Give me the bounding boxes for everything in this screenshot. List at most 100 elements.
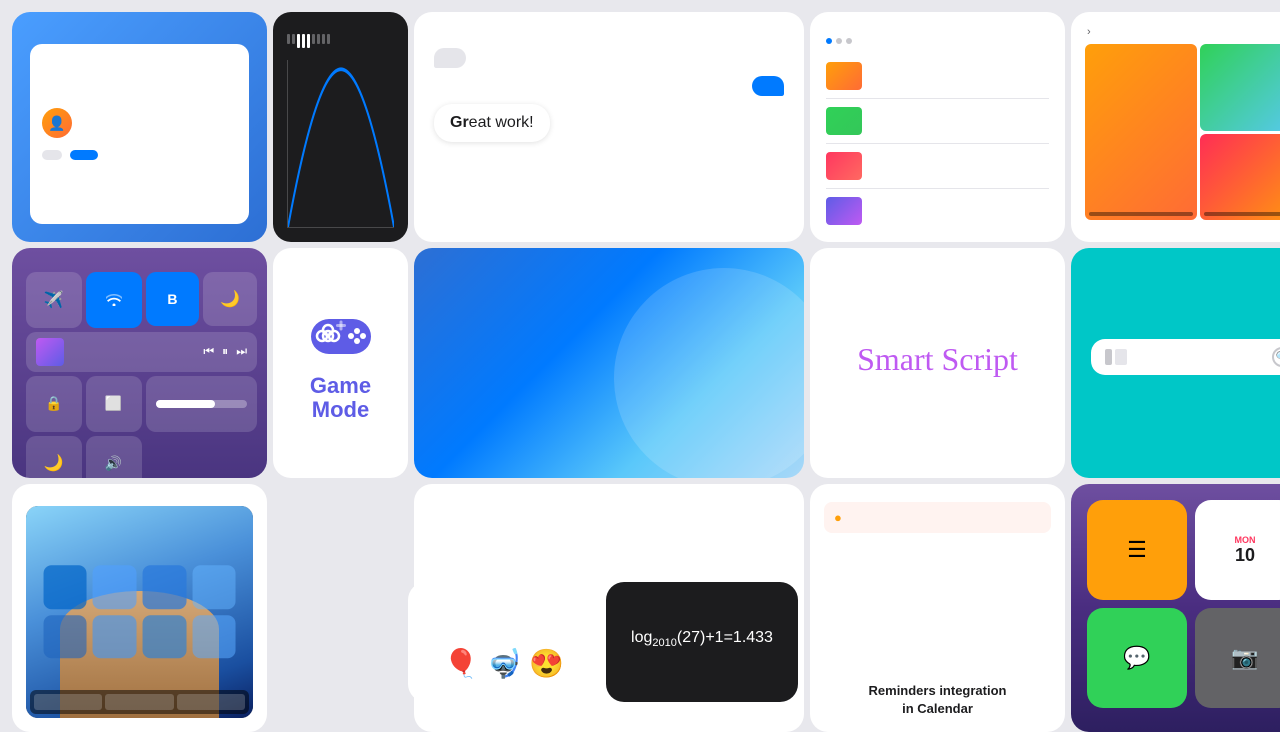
brightness-fill [156,400,215,408]
app-icon-2 [93,565,137,609]
control-center-card: ✈️ B 🌙 ⏮ ⏸ ⏭ 🔒 ⬜ [12,248,267,478]
bg-circle [614,268,804,478]
calendar-day: 10 [1235,545,1255,566]
cc-lock: 🔒 [26,376,82,432]
dots-row [826,38,1049,44]
smart-script-text-display: Smart Script [857,341,1018,377]
app-icon-camera: 📷 [1195,608,1280,708]
app-icon-1 [43,565,87,609]
yesterday-bar [1204,212,1280,216]
forward-icon[interactable]: ⏭ [236,344,247,359]
slider-area [287,34,394,48]
reminders-content [824,539,1051,676]
allow-button[interactable] [70,150,98,160]
tick [312,34,315,44]
reminder-dot-icon: ● [834,510,842,525]
tick [327,34,330,44]
scene-item-color [826,189,1049,233]
ipados-card [414,248,804,478]
rewind-icon[interactable]: ⏮ [203,344,214,359]
photo-large [1085,44,1197,220]
scene-item-production [826,99,1049,144]
photos-card: › [1071,12,1280,242]
home-screen-card [12,484,267,732]
tab-bar-card: 🔍 [1071,248,1280,478]
text-effects-card: Great work! [414,12,804,242]
cc-wifi [86,272,142,328]
cc-airplane: ✈️ [26,272,82,328]
music-controls: ⏮ ⏸ ⏭ [203,344,247,359]
app-icons-card: ☰ MON 10 📰 💬 📷 🌈 [1071,484,1280,732]
photo-small-2 [1200,134,1280,221]
freeform-card [810,12,1065,242]
ipad-frame [26,506,253,718]
smart-script-title: Smart Script [857,340,1018,378]
tab-browse[interactable] [1163,354,1175,360]
avatar: 👤 [42,108,72,138]
sharplay-screen: 👤 [30,44,249,224]
reminders-badge-row: ● [824,502,1051,533]
reminders-card: ● Reminders integrationin Calendar [810,484,1065,732]
tick [297,34,300,48]
cc-speaker: 🔊 [86,436,142,479]
sidebar-right [1115,349,1127,365]
great-rest: eat work! [469,114,534,131]
recent-days-label: › [1085,26,1280,38]
pause-icon[interactable]: ⏸ [222,344,228,359]
music-art [36,338,64,366]
widget-bar [30,690,249,714]
emoji-display: 🎈 🤿 😍 [444,647,564,680]
tab-home[interactable] [1141,354,1153,360]
sharplay-card: 👤 [12,12,267,242]
reminders-inner: ● Reminders integrationin Calendar [810,484,1065,732]
cc-screen: ⬜ [86,376,142,432]
cc-bluetooth: B [146,272,200,326]
tab-bar-demo: 🔍 [1091,339,1280,375]
graphing-card [273,12,408,242]
bubble-1 [434,48,466,68]
app-icon-4 [192,565,236,609]
scene-item-writing [826,54,1049,99]
app-icon-8 [192,615,236,659]
chevron-right-icon: › [1087,26,1091,38]
remote-info: 👤 [42,108,237,138]
tick [287,34,290,44]
app-icon-calendar: MON 10 [1195,500,1280,600]
tab-items [1141,354,1258,360]
calendar-month: MON [1235,535,1256,545]
game-mode-title: Game Mode [310,374,371,422]
reminders-title: Reminders integrationin Calendar [824,682,1051,718]
tick [322,34,325,44]
dot [836,38,842,44]
tab-radio[interactable] [1185,354,1197,360]
great-bold: Gr [450,114,469,131]
graph-display [287,60,394,228]
app-icon-reminders: ☰ [1087,500,1187,600]
scene-thumb-color [826,197,862,225]
cc-focus: 🌙 [203,272,257,326]
game-mode-line1: Game [310,373,371,398]
bubble-2 [752,76,784,96]
app-icons-grid: ☰ MON 10 📰 💬 📷 🌈 [1087,500,1280,708]
photos-grid [1085,44,1280,220]
cc-moon: 🌙 [26,436,82,479]
math-notes-card: log2010(27)+1=1.433 [606,582,798,702]
sidebar-icon [1105,349,1127,365]
app-icon-6 [93,615,137,659]
scene-thumb-production [826,107,862,135]
bubble-wrapper-1 [434,48,784,68]
cc-grid: ✈️ B 🌙 ⏮ ⏸ ⏭ 🔒 ⬜ [26,272,253,478]
app-icon-7 [143,615,187,659]
photo-small-1 [1200,44,1280,131]
dot [846,38,852,44]
tick [302,34,305,48]
smart-script-card: Smart Script [810,248,1065,478]
bubble-wrapper-3: Great work! [434,104,784,142]
icons-overlay [43,565,236,658]
dont-allow-button[interactable] [42,150,62,160]
app-icon-3 [143,565,187,609]
dot [826,38,832,44]
scene-list [826,54,1049,233]
cc-music-player: ⏮ ⏸ ⏭ [26,332,257,372]
search-icon[interactable]: 🔍 [1272,347,1280,367]
